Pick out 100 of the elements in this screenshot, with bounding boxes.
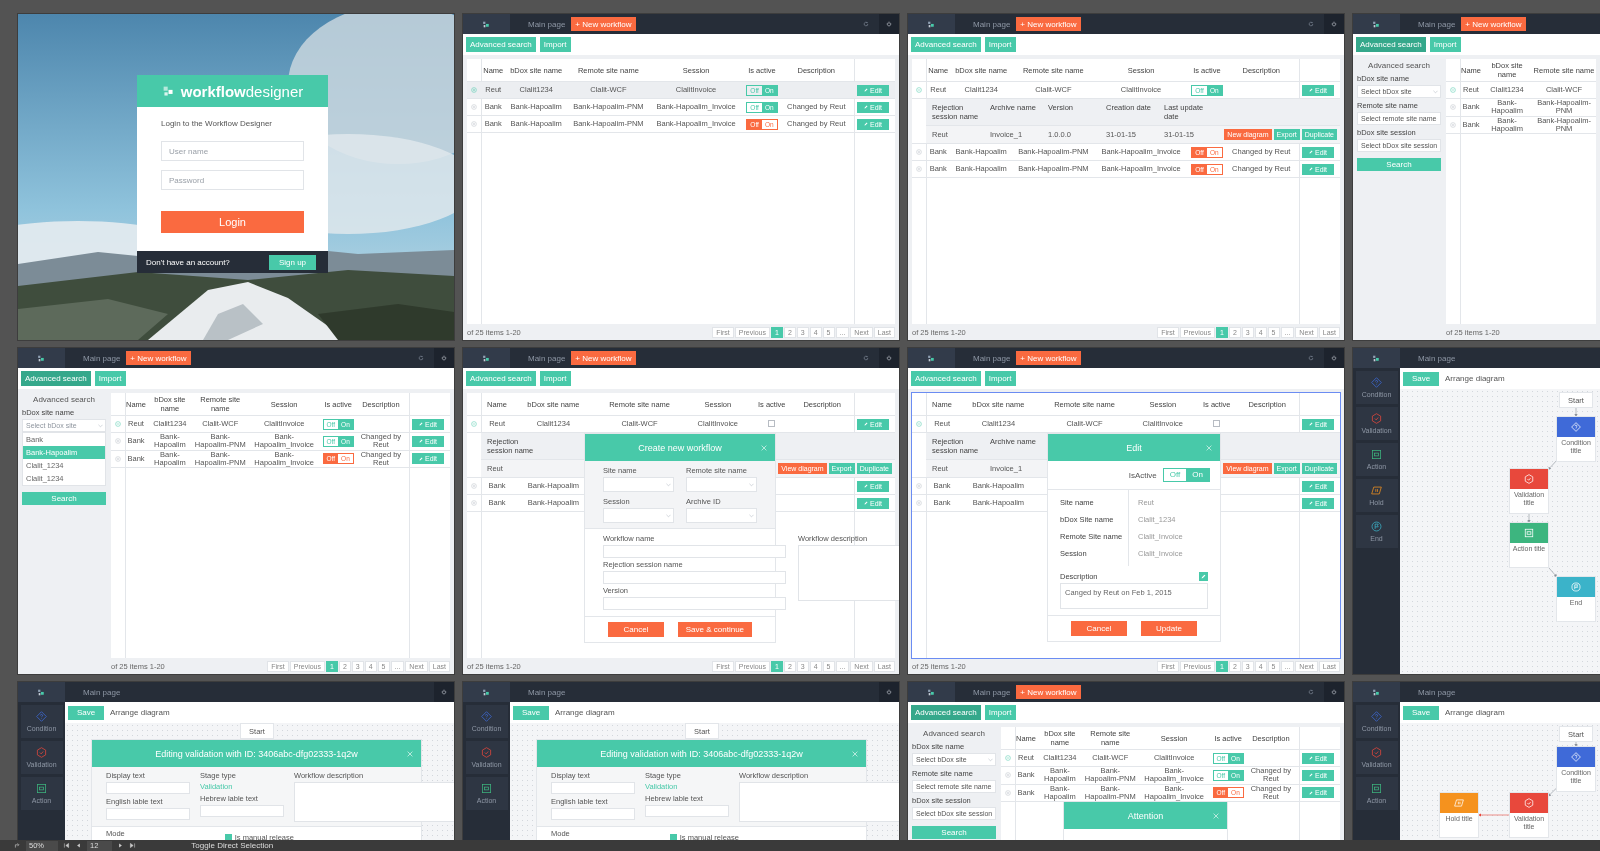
expand-icon[interactable] — [471, 121, 477, 127]
toolbar-button[interactable]: Advanced search — [911, 37, 981, 52]
login-field[interactable]: User name — [161, 141, 304, 161]
toolbar-button[interactable]: Advanced search — [911, 705, 981, 720]
input-field[interactable] — [603, 545, 786, 558]
search-button[interactable]: Search — [22, 492, 106, 505]
power-button[interactable] — [434, 682, 454, 702]
save-button[interactable]: Save — [513, 705, 549, 720]
arrange-diagram-link[interactable]: Arrange diagram — [1445, 708, 1505, 717]
signup-button[interactable]: Sign up — [269, 254, 316, 270]
arrange-diagram-link[interactable]: Arrange diagram — [110, 708, 170, 717]
input-field[interactable] — [106, 808, 190, 820]
expand-icon[interactable] — [1005, 789, 1011, 796]
search-button[interactable]: Search — [1357, 158, 1441, 171]
text-area[interactable] — [739, 782, 899, 822]
close-icon[interactable] — [1206, 444, 1212, 451]
main-page-link[interactable]: Main page — [973, 353, 1011, 363]
input-field[interactable] — [200, 805, 284, 817]
collapse-icon[interactable] — [916, 421, 922, 427]
toggle-switch[interactable]: Off On — [1162, 468, 1210, 482]
main-page-link[interactable]: Main page — [528, 687, 566, 697]
toolbar-button[interactable]: Advanced search — [466, 371, 536, 386]
select-field[interactable] — [603, 477, 674, 492]
new-workflow-button[interactable]: + New workflow — [1461, 17, 1526, 31]
expand-icon[interactable] — [115, 438, 121, 445]
dialog-button[interactable]: Update — [1141, 621, 1197, 636]
close-icon[interactable] — [407, 750, 413, 757]
main-page-link[interactable]: Main page — [83, 687, 121, 697]
save-button[interactable]: Save — [1403, 705, 1439, 720]
previous-page-icon[interactable] — [75, 842, 82, 849]
expand-icon[interactable] — [471, 87, 477, 93]
toolbar-button[interactable]: Advanced search — [466, 37, 536, 52]
new-workflow-button[interactable]: + New workflow — [1016, 351, 1081, 365]
new-workflow-button[interactable]: + New workflow — [571, 17, 636, 31]
main-page-link[interactable]: Main page — [1418, 19, 1456, 29]
power-button[interactable] — [879, 14, 899, 34]
refresh-icon[interactable] — [863, 355, 869, 361]
select-field[interactable] — [686, 508, 757, 523]
expand-icon[interactable] — [1450, 104, 1456, 111]
power-button[interactable] — [1324, 348, 1344, 368]
expand-icon[interactable] — [471, 500, 477, 506]
input-field[interactable] — [106, 782, 190, 794]
checkbox[interactable] — [768, 420, 776, 428]
checkbox[interactable] — [1213, 420, 1221, 428]
close-icon[interactable] — [1213, 812, 1219, 819]
expand-icon[interactable] — [1005, 772, 1011, 779]
refresh-icon[interactable] — [1308, 355, 1314, 361]
power-button[interactable] — [879, 348, 899, 368]
dialog-button[interactable]: Cancel — [1071, 621, 1127, 636]
share-icon[interactable] — [14, 842, 21, 849]
toolbar-button[interactable]: Advanced search — [21, 371, 91, 386]
select-field[interactable] — [686, 477, 757, 492]
new-workflow-button[interactable]: + New workflow — [126, 351, 191, 365]
collapse-icon[interactable] — [916, 87, 922, 93]
expand-icon[interactable] — [115, 455, 121, 462]
toolbar-button[interactable]: Advanced search — [1356, 37, 1426, 52]
toolbar-button[interactable]: Import — [984, 37, 1016, 52]
new-workflow-button[interactable]: + New workflow — [1016, 17, 1081, 31]
collapse-icon[interactable] — [471, 421, 477, 427]
dialog-button[interactable]: Save & continue — [677, 622, 753, 637]
refresh-icon[interactable] — [418, 355, 424, 361]
login-field[interactable]: Password — [161, 170, 304, 190]
search-button[interactable]: Search — [912, 826, 996, 839]
collapse-icon[interactable] — [1450, 87, 1456, 93]
login-button[interactable]: Login — [161, 211, 304, 233]
expand-icon[interactable] — [916, 500, 922, 506]
expand-icon[interactable] — [916, 149, 922, 155]
dialog-button[interactable]: Cancel — [607, 622, 664, 637]
arrange-diagram-link[interactable]: Arrange diagram — [1445, 374, 1505, 383]
main-page-link[interactable]: Main page — [1418, 687, 1456, 697]
toolbar-button[interactable]: Import — [984, 705, 1016, 720]
first-page-icon[interactable] — [63, 842, 70, 849]
toolbar-button[interactable]: Import — [1429, 37, 1461, 52]
edit-button[interactable] — [1199, 572, 1208, 581]
expand-icon[interactable] — [916, 483, 922, 489]
next-page-icon[interactable] — [117, 842, 125, 849]
input-field[interactable] — [645, 805, 729, 817]
refresh-icon[interactable] — [1308, 689, 1314, 695]
new-workflow-button[interactable]: + New workflow — [571, 351, 636, 365]
collapse-icon[interactable] — [115, 421, 121, 427]
power-button[interactable] — [434, 348, 454, 368]
toolbar-button[interactable]: Advanced search — [911, 371, 981, 386]
main-page-link[interactable]: Main page — [528, 19, 566, 29]
select-field[interactable] — [603, 508, 674, 523]
toolbar-button[interactable]: Import — [539, 371, 571, 386]
main-page-link[interactable]: Main page — [1418, 353, 1456, 363]
new-workflow-button[interactable]: + New workflow — [1016, 685, 1081, 699]
expand-icon[interactable] — [1450, 121, 1456, 128]
input-field[interactable] — [603, 597, 786, 610]
toolbar-button[interactable]: Import — [539, 37, 571, 52]
collapse-icon[interactable] — [1005, 755, 1011, 761]
expand-icon[interactable] — [916, 166, 922, 172]
refresh-icon[interactable] — [1308, 21, 1314, 27]
arrange-diagram-link[interactable]: Arrange diagram — [555, 708, 615, 717]
expand-icon[interactable] — [471, 104, 477, 110]
toolbar-button[interactable]: Import — [984, 371, 1016, 386]
main-page-link[interactable]: Main page — [83, 353, 121, 363]
input-field[interactable] — [603, 571, 786, 584]
power-button[interactable] — [879, 682, 899, 702]
input-field[interactable] — [551, 782, 635, 794]
